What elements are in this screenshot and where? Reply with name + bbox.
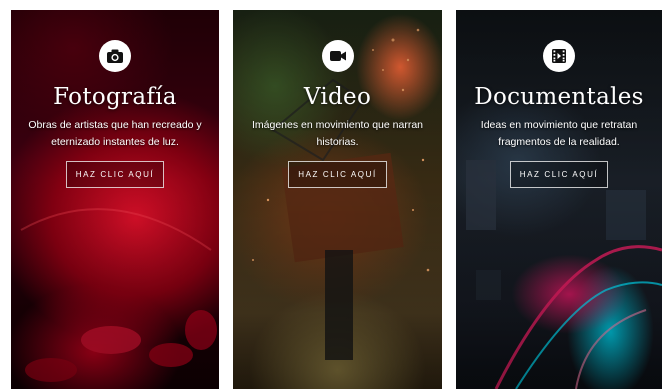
card-title: Video (303, 84, 372, 110)
card-fotografia: Fotografía Obras de artistas que han rec… (11, 10, 219, 389)
card-title: Fotografía (53, 84, 177, 110)
haz-clic-aqui-button[interactable]: HAZ CLIC AQUÍ (65, 161, 165, 188)
card-description: Imágenes en movimiento que narran histor… (251, 119, 423, 148)
card-description: Obras de artistas que han recreado y ete… (28, 119, 202, 148)
haz-clic-aqui-button[interactable]: HAZ CLIC AQUÍ (509, 161, 609, 188)
camera-icon (99, 40, 131, 72)
card-documentales: Documentales Ideas en movimiento que ret… (456, 10, 662, 389)
card-title: Documentales (474, 84, 644, 110)
film-icon (543, 40, 575, 72)
haz-clic-aqui-button[interactable]: HAZ CLIC AQUÍ (288, 161, 387, 188)
card-video: Video Imágenes en movimiento que narran … (233, 10, 442, 389)
card-description: Ideas en movimiento que retratan fragmen… (480, 119, 638, 148)
video-camera-icon (321, 40, 354, 72)
